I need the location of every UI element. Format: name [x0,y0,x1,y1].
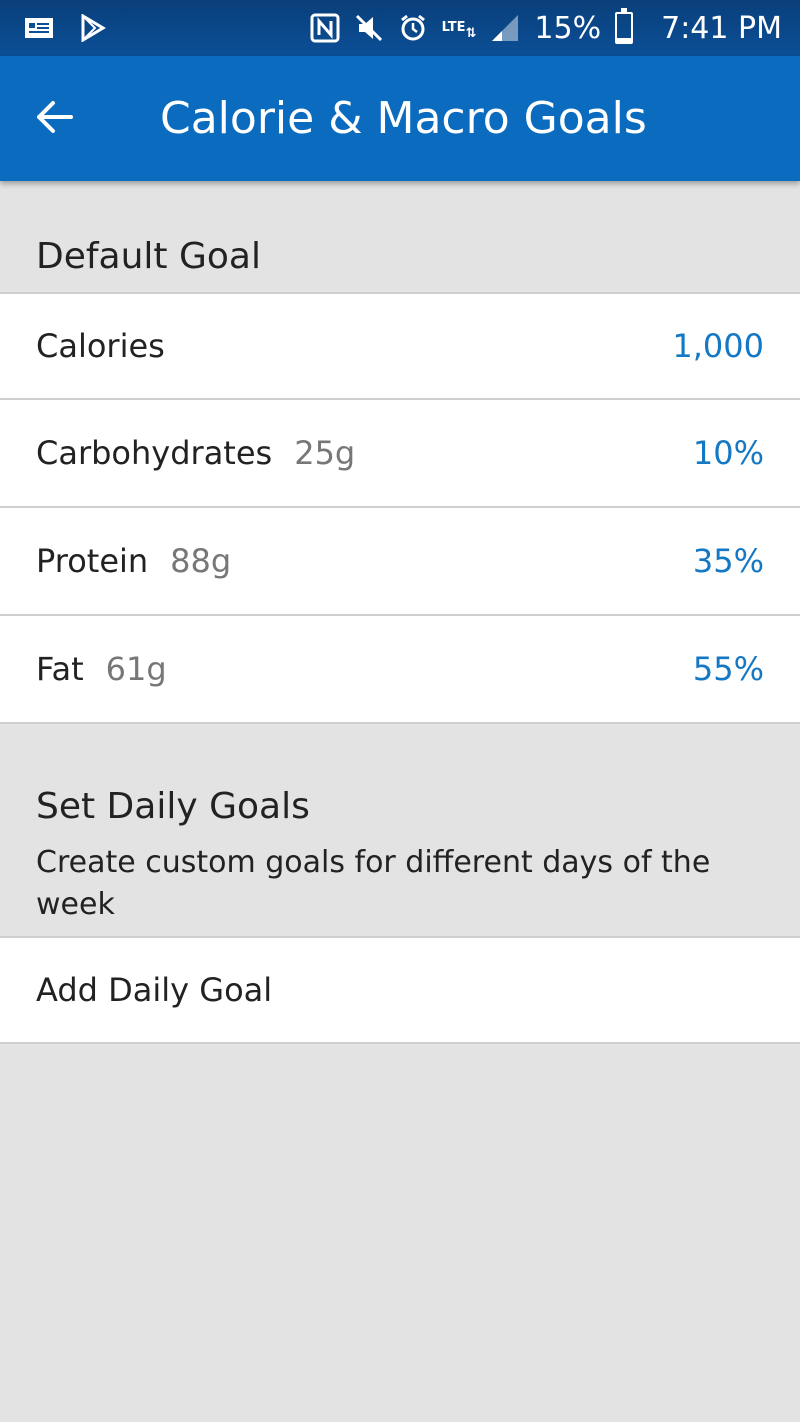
daily-goals-description: Create custom goals for different days o… [36,845,711,922]
status-bar: LTE ⇅ 15% 7:41 PM [0,0,800,56]
news-icon [24,16,54,40]
battery-percent: 15% [534,10,602,46]
row-label: Protein [36,542,149,580]
row-label: Carbohydrates [36,434,273,472]
row-protein[interactable]: Protein 88g 35% [0,508,800,616]
nfc-icon [310,13,340,43]
row-value: 1,000 [672,327,764,365]
play-store-icon [80,14,106,42]
row-grams: 88g [170,542,232,580]
mute-icon [354,13,384,43]
alarm-icon [398,13,428,43]
page-title: Calorie & Macro Goals [160,93,647,144]
section-header-daily-goals: Set Daily Goals [36,786,310,827]
row-value: 10% [692,434,764,472]
row-label: Add Daily Goal [36,971,273,1009]
app-bar: Calorie & Macro Goals [0,56,800,181]
back-button[interactable] [0,56,110,181]
back-arrow-icon [35,99,75,139]
row-grams: 61g [105,650,167,688]
row-label: Fat [36,650,84,688]
row-fat[interactable]: Fat 61g 55% [0,616,800,724]
row-carbohydrates[interactable]: Carbohydrates 25g 10% [0,400,800,508]
row-label: Calories [36,327,165,365]
add-daily-goal-button[interactable]: Add Daily Goal [0,936,800,1044]
row-value: 55% [692,650,764,688]
section-header-default-goal: Default Goal [36,236,261,277]
signal-icon [490,13,520,43]
row-value: 35% [692,542,764,580]
row-calories[interactable]: Calories 1,000 [0,292,800,400]
battery-icon [615,8,634,44]
row-grams: 25g [294,434,356,472]
clock: 7:41 PM [661,10,782,46]
lte-icon: LTE ⇅ [441,20,477,41]
